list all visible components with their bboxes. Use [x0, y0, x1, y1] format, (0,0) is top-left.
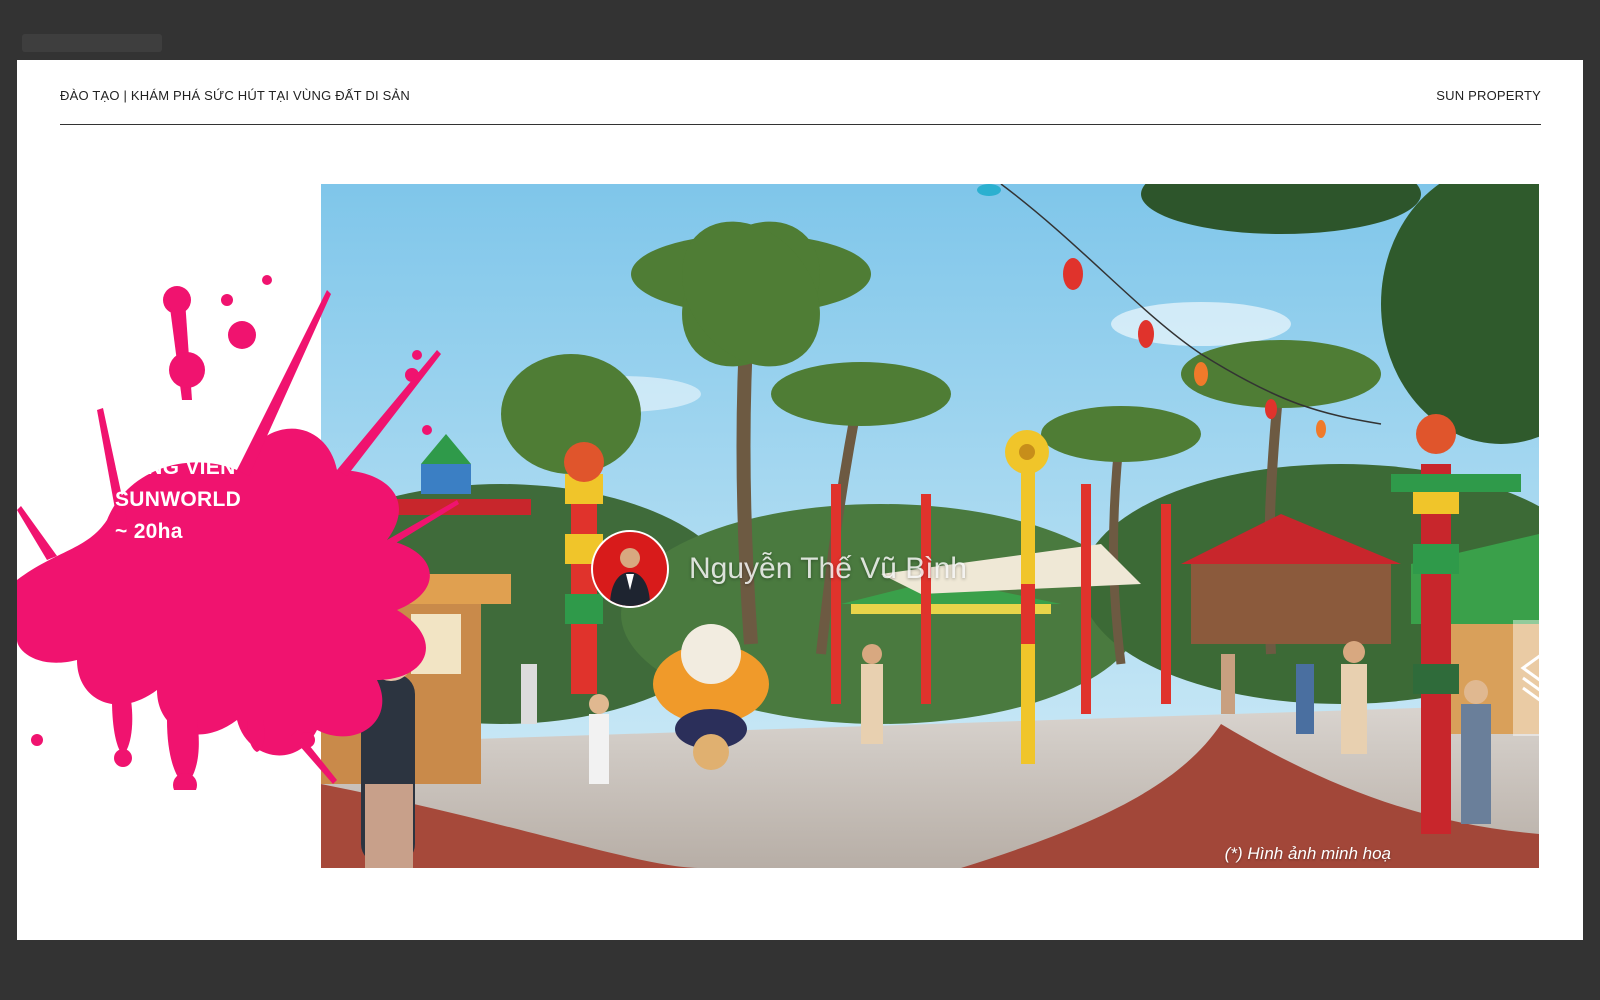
splash-label: CÔNG VIÊN SUNWORLD ~ 20ha [115, 452, 241, 548]
slide: ĐÀO TẠO | KHÁM PHÁ SỨC HÚT TẠI VÙNG ĐẤT … [17, 60, 1583, 940]
header-divider [60, 124, 1541, 125]
layers-icon[interactable] [1513, 620, 1583, 736]
splash-line-2: SUNWORLD [115, 488, 242, 511]
park-illustration: (*) Hình ảnh minh hoạ [321, 184, 1539, 868]
image-caption: (*) Hình ảnh minh hoạ [1224, 844, 1391, 863]
person-icon [610, 548, 650, 606]
author-avatar [591, 530, 669, 608]
splash-line-1: CÔNG VIÊN [115, 456, 236, 479]
author-name: Nguyễn Thế Vũ Bình [689, 552, 967, 585]
author-watermark: Nguyễn Thế Vũ Bình [591, 530, 967, 608]
splash-line-3: ~ 20ha [115, 520, 183, 543]
header-brand: SUN PROPERTY [1436, 88, 1541, 103]
header-title: ĐÀO TẠO | KHÁM PHÁ SỨC HÚT TẠI VÙNG ĐẤT … [60, 88, 410, 103]
park-scene [321, 184, 1539, 868]
site-logo-icon [22, 34, 162, 52]
layers-widget[interactable] [1513, 620, 1583, 736]
paint-splash-icon [17, 275, 459, 790]
